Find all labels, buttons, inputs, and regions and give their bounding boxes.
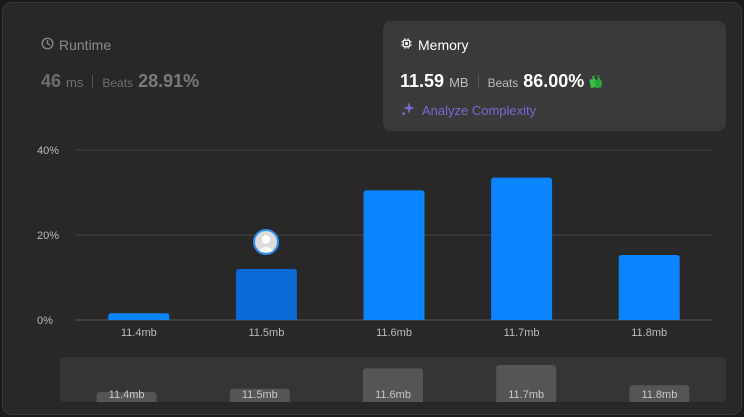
memory-distribution-chart: 0% 20% 40% 11.4mb 11.5mb 11.6mb 11.7mb 11.8mb [37,145,713,339]
navigator-label: 11.7mb [508,389,544,401]
navigator-label: 11.8mb [641,389,677,401]
x-tick-label: 11.4mb [121,327,157,339]
y-tick-label: 20% [37,230,59,242]
bar-11.4mb[interactable] [108,313,170,320]
navigator-label: 11.6mb [375,389,411,401]
bar-11.6mb[interactable] [363,190,425,320]
x-tick-label: 11.7mb [504,327,540,339]
bar-11.7mb[interactable] [491,177,553,320]
navigator-label: 11.5mb [242,389,278,401]
x-tick-label: 11.6mb [376,327,412,339]
navigator-label: 11.4mb [109,389,145,401]
y-tick-label: 0% [37,315,53,327]
navigator-mini-chart: 11.4mb 11.5mb 11.6mb 11.7mb 11.8mb [96,365,690,402]
bar-11.5mb[interactable] [235,269,297,320]
chart-range-navigator[interactable]: 11.4mb 11.5mb 11.6mb 11.7mb 11.8mb [60,357,726,402]
x-tick-label: 11.5mb [248,327,284,339]
x-tick-label: 11.8mb [631,327,667,339]
bar-11.8mb[interactable] [618,254,680,320]
y-tick-label: 40% [37,145,59,157]
submission-stats-panel: Runtime 46 ms Beats 28.91% Memory 11.59 … [2,2,742,415]
